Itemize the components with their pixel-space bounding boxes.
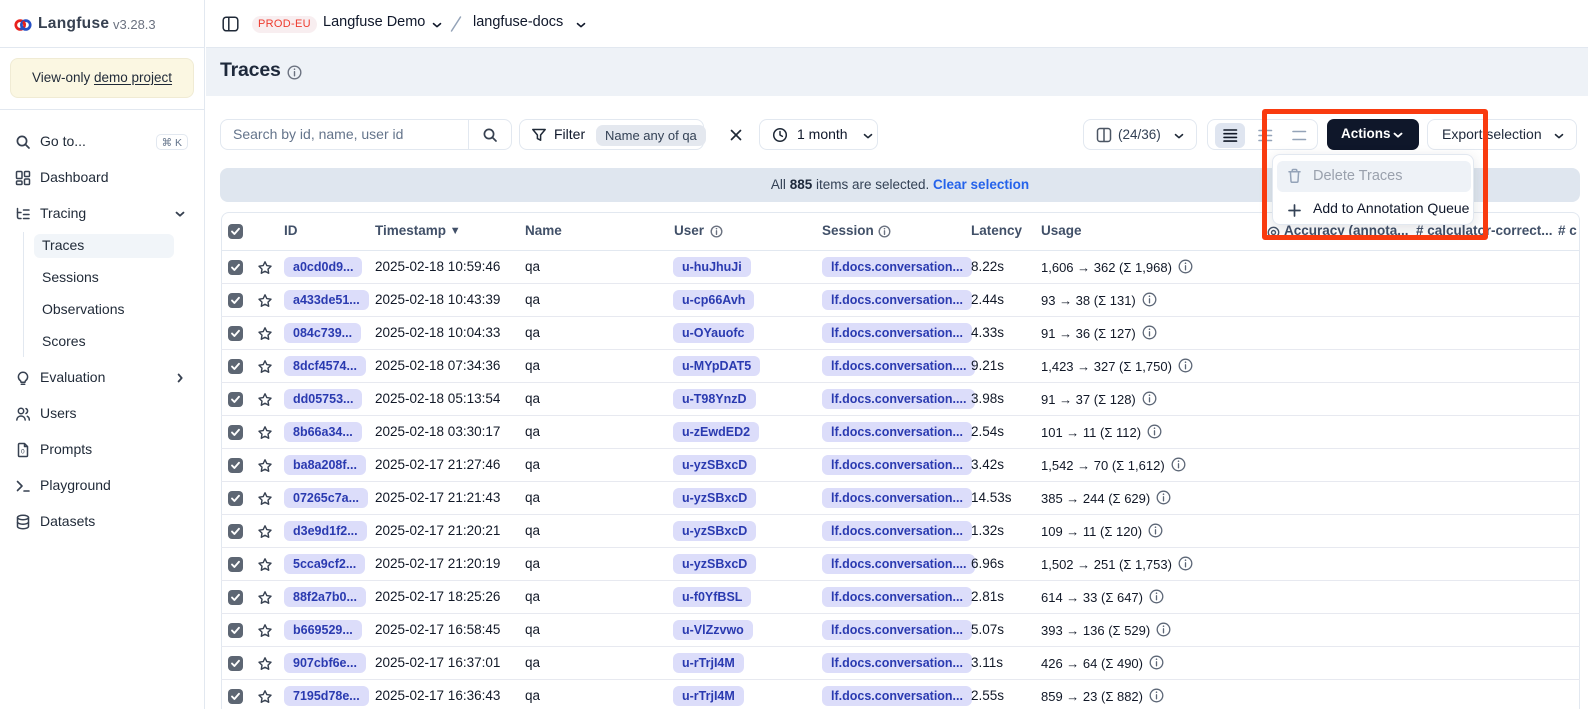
svg-text:0: 0 bbox=[21, 449, 25, 456]
